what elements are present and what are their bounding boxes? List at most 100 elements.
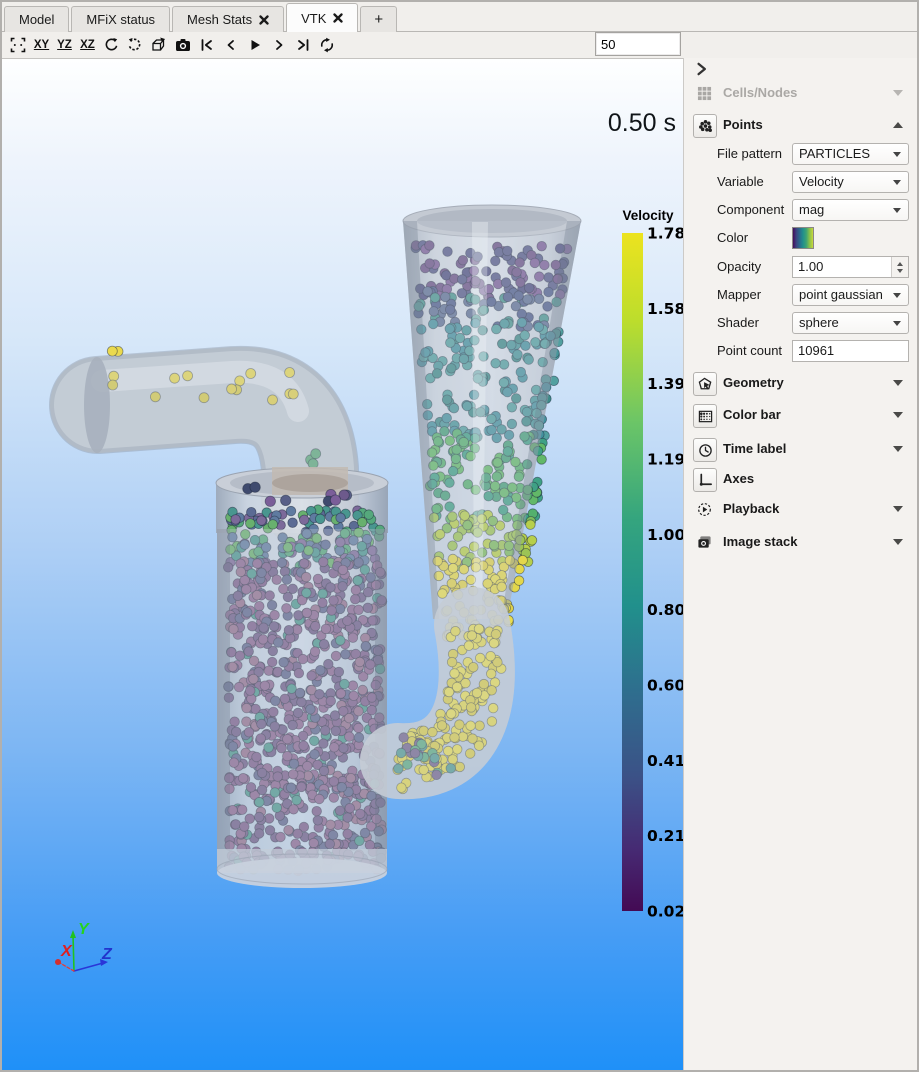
colorbar-tick: 0.41: [647, 752, 685, 770]
variable-combo[interactable]: Velocity: [792, 171, 909, 193]
chevron-down-icon: [893, 90, 903, 96]
axes-icon[interactable]: [693, 468, 717, 492]
axis-x-label: X: [60, 943, 73, 960]
tab-label: +: [374, 11, 383, 28]
chevron-down-icon: [893, 180, 901, 185]
section-playback: Playback: [684, 498, 917, 522]
play-circle-icon[interactable]: [693, 498, 715, 520]
section-label[interactable]: Axes: [723, 471, 754, 486]
next-frame-icon[interactable]: [267, 34, 291, 55]
field-color: Color: [684, 227, 917, 249]
chevron-down-icon[interactable]: [893, 380, 903, 386]
vtk-3d-viewport[interactable]: X Y Z 0.50 s Velocity 1.781.581.391.191.…: [2, 58, 688, 1072]
view-xz-button[interactable]: XZ: [76, 34, 99, 55]
section-geometry: Geometry: [684, 372, 917, 396]
screenshot-icon[interactable]: [171, 34, 195, 55]
j-pipe-glass: [398, 625, 477, 761]
chevron-down-icon[interactable]: [893, 446, 903, 452]
section-label[interactable]: Image stack: [723, 534, 797, 549]
field-label: Variable: [717, 174, 764, 189]
previous-frame-icon[interactable]: [219, 34, 243, 55]
section-label[interactable]: Time label: [723, 441, 786, 456]
chevron-up-icon[interactable]: [893, 122, 903, 128]
field-label: Mapper: [717, 287, 761, 302]
close-icon[interactable]: [259, 15, 269, 25]
section-label[interactable]: Color bar: [723, 407, 781, 422]
tab-label: Mesh Stats: [187, 12, 252, 27]
tab-mfix-status[interactable]: MFiX status: [71, 6, 170, 32]
field-mapper: Mapper point gaussian: [684, 284, 917, 306]
tab-mesh-stats[interactable]: Mesh Stats: [172, 6, 284, 32]
tab-new-tab[interactable]: +: [360, 6, 397, 32]
play-icon[interactable]: [243, 34, 267, 55]
points-icon[interactable]: [693, 114, 717, 138]
field-variable: Variable Velocity: [684, 171, 917, 193]
field-shader: Shader sphere: [684, 312, 917, 334]
chevron-down-icon: [893, 321, 901, 326]
clock-icon[interactable]: [693, 438, 717, 462]
scene-svg: X Y Z 0.50 s Velocity 1.781.581.391.191.…: [2, 59, 688, 1072]
view-xy-button[interactable]: XY: [30, 34, 53, 55]
tab-model[interactable]: Model: [4, 6, 69, 32]
rotate-ccw-icon[interactable]: [99, 34, 123, 55]
mapper-combo[interactable]: point gaussian: [792, 284, 909, 306]
file-pattern-combo[interactable]: PARTICLES: [792, 143, 909, 165]
point-count-input[interactable]: 10961: [792, 340, 909, 362]
repeat-icon[interactable]: [315, 34, 339, 55]
perspective-icon[interactable]: [147, 34, 171, 55]
field-label: Shader: [717, 315, 759, 330]
field-file-pattern: File pattern PARTICLES: [684, 143, 917, 165]
section-axes: Axes: [684, 468, 917, 492]
frame-count-input[interactable]: [596, 33, 680, 55]
vtk-toolbar: XYYZXZ: [2, 32, 684, 57]
field-point-count: Point count 10961: [684, 340, 917, 362]
colorbar-tick: 0.80: [647, 601, 685, 619]
field-label: File pattern: [717, 146, 782, 161]
spin-buttons[interactable]: [891, 257, 908, 277]
orientation-axes: X Y Z: [55, 921, 113, 971]
tab-label: Model: [19, 12, 54, 27]
colorbar-tick: 1.58: [647, 300, 685, 318]
time-label-text: 0.50 s: [608, 109, 676, 137]
scalar-colorbar: Velocity 1.781.581.391.191.000.800.600.4…: [622, 208, 685, 921]
tab-bar: Model MFiX status Mesh Stats VTK +: [2, 2, 917, 32]
section-label: Cells/Nodes: [723, 85, 797, 100]
camera-stack-icon[interactable]: [693, 531, 715, 553]
collapse-panel-button[interactable]: [694, 61, 710, 77]
view-yz-button[interactable]: YZ: [53, 34, 76, 55]
colorbar-tick: 1.39: [647, 375, 685, 393]
color-swatch-button[interactable]: [792, 227, 814, 249]
last-frame-icon[interactable]: [291, 34, 315, 55]
field-label: Point count: [717, 343, 782, 358]
chevron-down-icon[interactable]: [893, 539, 903, 545]
colorbar-tick: 0.21: [647, 827, 685, 845]
section-color-bar: Color bar: [684, 404, 917, 428]
grid-icon: [693, 82, 715, 104]
field-component: Componentmag: [684, 199, 917, 221]
colorbar-icon[interactable]: [693, 404, 717, 428]
rotate-cw-icon[interactable]: [123, 34, 147, 55]
section-label[interactable]: Geometry: [723, 375, 784, 390]
opacity-spinbox[interactable]: 1.00: [792, 256, 909, 278]
close-icon[interactable]: [333, 13, 343, 23]
vtk-sidebar: Cells/Nodes Points Geometry Color bar Time l…: [683, 58, 917, 1070]
colorbar-tick: 1.19: [647, 451, 685, 469]
chevron-down-icon[interactable]: [893, 412, 903, 418]
fit-view-icon[interactable]: [6, 34, 30, 55]
shader-combo[interactable]: sphere: [792, 312, 909, 334]
colorbar-tick: 0.02: [647, 903, 685, 921]
bed-cylinder-glass: [217, 529, 387, 888]
tab-vtk[interactable]: VTK: [286, 3, 358, 32]
component-combo[interactable]: mag: [792, 199, 909, 221]
colorbar-title: Velocity: [622, 208, 674, 223]
geometry-icon[interactable]: [693, 372, 717, 396]
section-cells-nodes: Cells/Nodes: [684, 82, 917, 106]
first-frame-icon[interactable]: [195, 34, 219, 55]
chevron-down-icon: [893, 152, 901, 157]
section-label[interactable]: Playback: [723, 501, 779, 516]
section-points: Points: [684, 114, 917, 138]
colorbar-tick: 1.78: [647, 225, 685, 243]
chevron-down-icon[interactable]: [893, 506, 903, 512]
axis-z-label: Z: [101, 946, 113, 963]
section-label[interactable]: Points: [723, 117, 763, 132]
